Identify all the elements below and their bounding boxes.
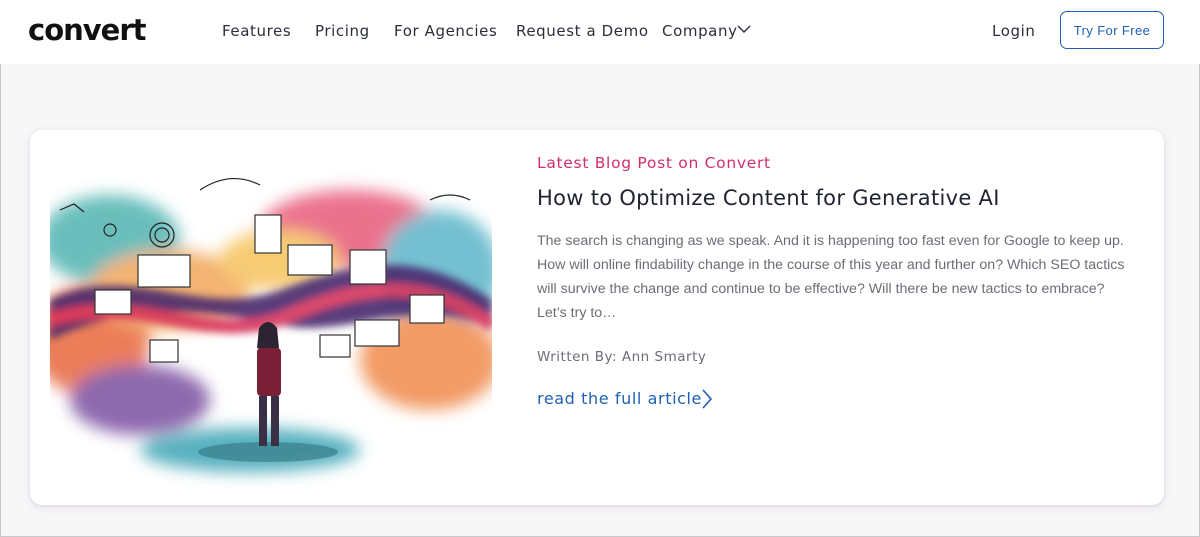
nav-company[interactable]: Company xyxy=(662,22,738,40)
nav-request-demo[interactable]: Request a Demo xyxy=(516,22,649,40)
nav-pricing[interactable]: Pricing xyxy=(315,22,370,40)
convert-logo[interactable]: convert xyxy=(28,12,158,48)
post-author: Written By: Ann Smarty xyxy=(537,349,707,365)
post-excerpt: The search is changing as we speak. And … xyxy=(537,233,1125,321)
latest-post-card: Latest Blog Post on Convert How to Optim… xyxy=(30,130,1164,505)
nav-for-agencies[interactable]: For Agencies xyxy=(394,22,497,40)
chevron-right-icon[interactable] xyxy=(700,387,714,411)
nav-features[interactable]: Features xyxy=(222,22,291,40)
site-header: convert Features Pricing For Agencies Re… xyxy=(0,0,1200,64)
login-link[interactable]: Login xyxy=(992,22,1035,40)
read-full-article-link[interactable]: read the full article xyxy=(537,389,702,408)
post-title[interactable]: How to Optimize Content for Generative A… xyxy=(537,186,1000,210)
chevron-down-icon[interactable] xyxy=(737,24,751,34)
post-eyebrow: Latest Blog Post on Convert xyxy=(537,154,771,172)
svg-text:convert: convert xyxy=(28,13,147,47)
post-illustration[interactable] xyxy=(50,150,492,488)
try-for-free-button[interactable]: Try For Free xyxy=(1060,11,1164,49)
